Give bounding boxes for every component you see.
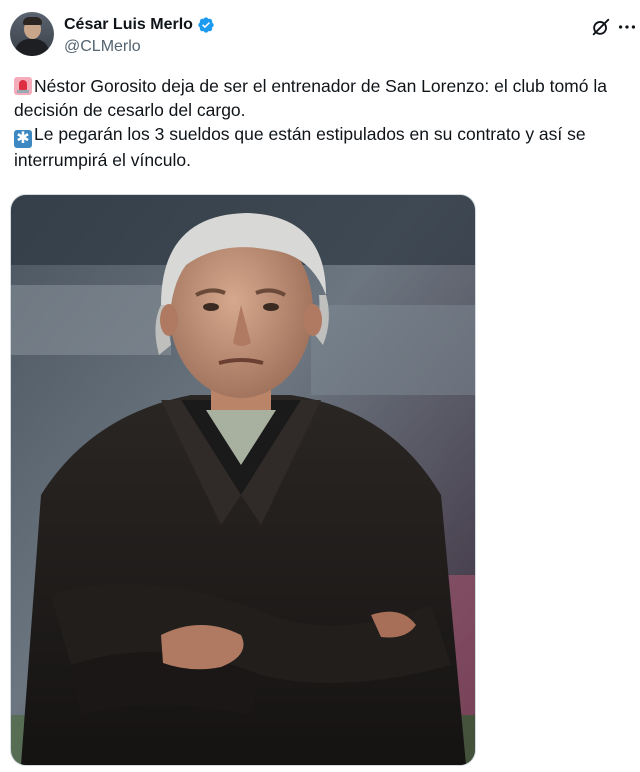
asterisk-emoji-icon: ✱ bbox=[14, 130, 32, 148]
author-avatar[interactable] bbox=[10, 12, 54, 56]
paragraph-1-text: Néstor Gorosito deja de ser el entrenado… bbox=[14, 76, 607, 120]
author-handle[interactable]: @CLMerlo bbox=[64, 38, 215, 56]
more-options-icon[interactable] bbox=[616, 16, 638, 38]
avatar-body-shape bbox=[15, 39, 49, 56]
tweet-text: Néstor Gorosito deja de ser el entrenado… bbox=[14, 74, 626, 172]
tweet-paragraph-1: Néstor Gorosito deja de ser el entrenado… bbox=[14, 74, 626, 122]
avatar-hair-shape bbox=[23, 17, 42, 25]
verified-badge-icon bbox=[198, 17, 214, 33]
photo-illustration bbox=[11, 195, 475, 765]
name-row: César Luis Merlo bbox=[64, 14, 215, 36]
grok-icon[interactable] bbox=[590, 16, 612, 38]
author-display-name[interactable]: César Luis Merlo bbox=[64, 16, 193, 34]
tweet-paragraph-2: ✱ Le pegarán los 3 sueldos que están esti… bbox=[14, 122, 626, 172]
police-siren-emoji-icon bbox=[14, 77, 32, 95]
tweet-photo[interactable] bbox=[10, 194, 476, 766]
tweet-card[interactable]: César Luis Merlo @CLMerlo Néstor Gorosit… bbox=[0, 0, 640, 772]
author-names: César Luis Merlo @CLMerlo bbox=[64, 14, 215, 56]
tweet-header: César Luis Merlo @CLMerlo bbox=[10, 12, 636, 60]
paragraph-2-text: Le pegarán los 3 sueldos que están estip… bbox=[14, 124, 586, 170]
